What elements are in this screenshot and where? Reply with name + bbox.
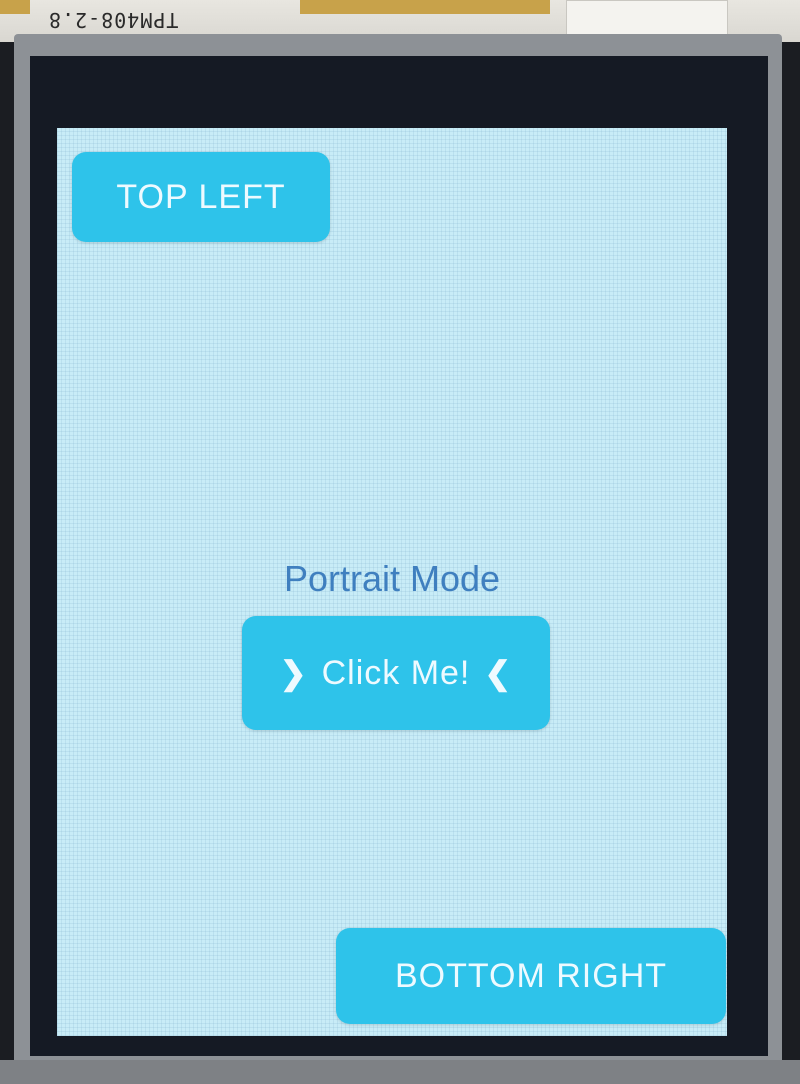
board-bottom	[0, 1060, 800, 1084]
chevron-right-icon: ❯	[279, 655, 308, 691]
top-left-button[interactable]: TOP LEFT	[72, 152, 330, 242]
bottom-right-button[interactable]: BOTTOM RIGHT	[336, 928, 726, 1024]
pin-strip	[0, 0, 30, 14]
top-left-button-label: TOP LEFT	[116, 177, 286, 216]
click-me-button[interactable]: ❯ Click Me! ❮	[242, 616, 550, 730]
click-me-button-label: Click Me!	[321, 653, 471, 692]
ribbon-connector	[566, 0, 728, 36]
bottom-right-button-label: BOTTOM RIGHT	[394, 956, 668, 995]
board-label: TPM408-2.8	[48, 8, 179, 32]
chevron-left-icon: ❮	[484, 655, 513, 691]
pin-strip	[300, 0, 550, 14]
lcd-screen: TOP LEFT Portrait Mode ❯ Click Me! ❮ BOT…	[57, 128, 727, 1036]
page-title: Portrait Mode	[283, 558, 501, 599]
